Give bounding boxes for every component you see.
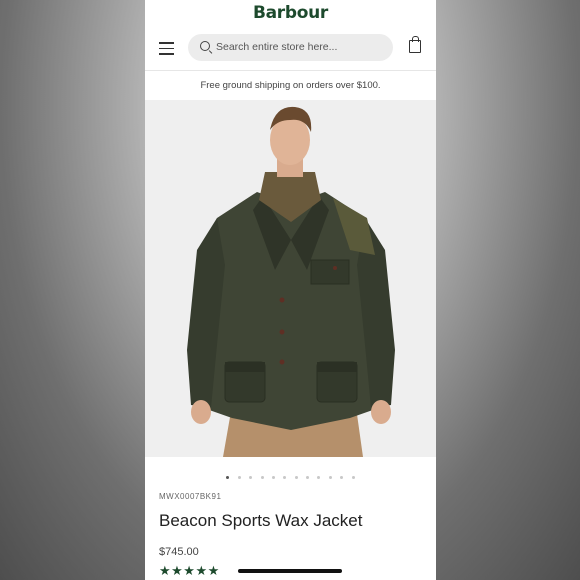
carousel-dot[interactable]	[249, 476, 253, 480]
menu-icon[interactable]	[159, 42, 174, 55]
carousel-dot[interactable]	[283, 476, 287, 480]
carousel-dot[interactable]	[340, 476, 344, 480]
product-sku: MWX0007BK91	[159, 492, 222, 501]
search-input[interactable]: Search entire store here...	[188, 34, 393, 61]
search-placeholder: Search entire store here...	[216, 41, 338, 53]
site-header: Barbour Search entire store here...	[145, 0, 436, 70]
search-icon	[200, 41, 210, 51]
carousel-dot[interactable]	[351, 476, 355, 480]
product-title: Beacon Sports Wax Jacket	[159, 511, 363, 530]
mobile-page: Barbour Search entire store here... Free…	[145, 0, 436, 580]
carousel-dot[interactable]	[306, 476, 310, 480]
carousel-dot[interactable]	[294, 476, 298, 480]
carousel-dots[interactable]	[145, 469, 436, 480]
carousel-dot[interactable]	[328, 476, 332, 480]
carousel-dot[interactable]	[317, 476, 321, 480]
product-image[interactable]	[145, 100, 436, 457]
carousel-dot[interactable]	[271, 476, 275, 480]
carousel-dot[interactable]	[260, 476, 264, 480]
carousel-dot[interactable]	[226, 476, 230, 480]
rating-stars[interactable]: ★★★★★	[159, 563, 220, 579]
jacket-model-illustration	[145, 100, 436, 457]
shopping-bag-icon[interactable]	[409, 36, 421, 53]
brand-logo[interactable]: Barbour	[145, 3, 436, 23]
home-indicator[interactable]	[238, 569, 342, 573]
product-price: $745.00	[159, 546, 199, 558]
carousel-dot[interactable]	[237, 476, 241, 480]
shipping-banner: Free ground shipping on orders over $100…	[145, 70, 436, 100]
